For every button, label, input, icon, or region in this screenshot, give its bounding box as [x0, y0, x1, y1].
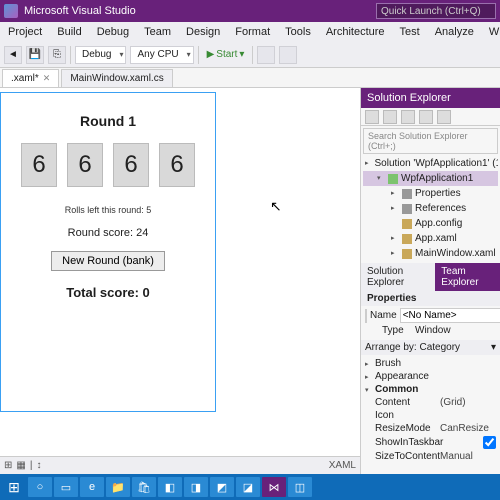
new-round-button[interactable]: New Round (bank): [51, 251, 165, 271]
tree-project[interactable]: ▾WpfApplication1: [363, 171, 498, 186]
cursor-icon: ↖: [270, 198, 282, 215]
menu-window[interactable]: Window: [483, 24, 500, 40]
design-grid[interactable]: ▦: [16, 460, 25, 471]
document-tabs: .xaml*✕ MainWindow.xaml.cs: [0, 68, 500, 88]
taskbar-store-icon[interactable]: 🛍: [132, 477, 156, 497]
rolls-left: Rolls left this round: 5: [65, 205, 152, 215]
properties-header: Properties: [361, 291, 500, 306]
prop-resizemode[interactable]: ResizeModeCanResize: [365, 422, 496, 435]
type-value: Window: [415, 325, 451, 336]
start-menu-icon[interactable]: ⊞: [2, 477, 26, 497]
menu-debug[interactable]: Debug: [91, 24, 135, 40]
element-icon: [365, 309, 367, 323]
xaml-designer[interactable]: Round 1 6 6 6 6 Rolls left this round: 5…: [0, 88, 360, 474]
platform-dropdown[interactable]: Any CPU: [130, 46, 193, 64]
type-label: Type: [382, 325, 412, 336]
menu-analyze[interactable]: Analyze: [429, 24, 480, 40]
taskbar-app5-icon[interactable]: ◫: [288, 477, 312, 497]
config-dropdown[interactable]: Debug: [75, 46, 126, 64]
taskbar-edge-icon[interactable]: e: [80, 477, 104, 497]
group-appearance[interactable]: ▸Appearance: [365, 370, 496, 383]
design-zoom[interactable]: ⊞: [4, 460, 12, 471]
menu-test[interactable]: Test: [394, 24, 426, 40]
arrange-by[interactable]: Arrange by: Category: [365, 342, 460, 353]
group-common[interactable]: ▾Common: [365, 383, 496, 396]
solution-explorer-header: Solution Explorer: [361, 88, 500, 108]
prop-showintaskbar[interactable]: ShowInTaskbar: [365, 435, 496, 450]
menu-bar: Project Build Debug Team Design Format T…: [0, 22, 500, 42]
tree-properties[interactable]: ▸Properties: [363, 186, 498, 201]
se-properties-icon[interactable]: [437, 110, 451, 124]
total-score: Total score: 0: [66, 285, 150, 300]
toolbar-extra-1[interactable]: [257, 46, 275, 64]
se-home-icon[interactable]: [365, 110, 379, 124]
solution-search-input[interactable]: Search Solution Explorer (Ctrl+;): [363, 128, 498, 154]
prop-sizetocontent[interactable]: SizeToContentManual: [365, 450, 496, 463]
taskbar-search-icon[interactable]: ○: [28, 477, 52, 497]
save-button[interactable]: 💾: [26, 46, 44, 64]
se-collapse-icon[interactable]: [401, 110, 415, 124]
die-1[interactable]: 6: [21, 143, 57, 187]
die-3[interactable]: 6: [113, 143, 149, 187]
prop-content[interactable]: Content(Grid): [365, 396, 496, 409]
tree-mainwindow[interactable]: ▸MainWindow.xaml: [363, 246, 498, 261]
tab-codebehind[interactable]: MainWindow.xaml.cs: [61, 69, 172, 87]
tree-appconfig[interactable]: App.config: [363, 216, 498, 231]
se-refresh-icon[interactable]: [383, 110, 397, 124]
tab-team-explorer[interactable]: Team Explorer: [435, 263, 500, 291]
start-button[interactable]: ▶ Start ▾: [203, 49, 249, 60]
window-title: Microsoft Visual Studio: [24, 5, 136, 17]
menu-format[interactable]: Format: [229, 24, 276, 40]
tab-solution-explorer[interactable]: Solution Explorer: [361, 263, 435, 291]
tree-appxaml[interactable]: ▸App.xaml: [363, 231, 498, 246]
solution-explorer-toolbar: [361, 108, 500, 126]
close-icon[interactable]: ✕: [43, 73, 51, 84]
taskbar-explorer-icon[interactable]: 📁: [106, 477, 130, 497]
save-all-button[interactable]: ⎘: [48, 46, 66, 64]
design-split[interactable]: ↕: [36, 460, 41, 471]
tab-xaml[interactable]: .xaml*✕: [2, 69, 59, 87]
tree-references[interactable]: ▸References: [363, 201, 498, 216]
taskbar-app4-icon[interactable]: ◪: [236, 477, 260, 497]
vs-logo-icon: [4, 4, 18, 18]
quick-launch-input[interactable]: Quick Launch (Ctrl+Q): [376, 3, 496, 19]
solution-tree[interactable]: ▸Solution 'WpfApplication1' (1 proj ▾Wpf…: [363, 156, 498, 261]
die-4[interactable]: 6: [159, 143, 195, 187]
taskbar-app1-icon[interactable]: ◧: [158, 477, 182, 497]
menu-build[interactable]: Build: [51, 24, 87, 40]
menu-team[interactable]: Team: [138, 24, 177, 40]
taskbar-taskview-icon[interactable]: ▭: [54, 477, 78, 497]
arrange-chevron-icon[interactable]: ▾: [491, 342, 496, 353]
round-label: Round 1: [80, 113, 136, 129]
designer-bottom-bar: ⊞ ▦ | ↕ XAML: [0, 456, 360, 474]
prop-icon[interactable]: Icon: [365, 409, 496, 422]
die-2[interactable]: 6: [67, 143, 103, 187]
menu-tools[interactable]: Tools: [279, 24, 317, 40]
xaml-tab[interactable]: XAML: [329, 460, 356, 471]
taskbar-vs-icon[interactable]: ⋈: [262, 477, 286, 497]
taskbar-app2-icon[interactable]: ◨: [184, 477, 208, 497]
name-label: Name: [370, 310, 397, 321]
menu-architecture[interactable]: Architecture: [320, 24, 391, 40]
taskbar-app3-icon[interactable]: ◩: [210, 477, 234, 497]
design-canvas[interactable]: Round 1 6 6 6 6 Rolls left this round: 5…: [0, 92, 216, 412]
main-toolbar: ◄ 💾 ⎘ Debug Any CPU ▶ Start ▾: [0, 42, 500, 68]
group-brush[interactable]: ▸Brush: [365, 357, 496, 370]
windows-taskbar[interactable]: ⊞ ○ ▭ e 📁 🛍 ◧ ◨ ◩ ◪ ⋈ ◫: [0, 474, 500, 500]
menu-design[interactable]: Design: [180, 24, 226, 40]
se-show-all-icon[interactable]: [419, 110, 433, 124]
name-input[interactable]: [400, 308, 500, 323]
nav-back-button[interactable]: ◄: [4, 46, 22, 64]
toolbar-extra-2[interactable]: [279, 46, 297, 64]
showintaskbar-checkbox[interactable]: [483, 436, 496, 449]
round-score: Round score: 24: [68, 227, 149, 239]
tree-solution[interactable]: ▸Solution 'WpfApplication1' (1 proj: [363, 156, 498, 171]
menu-project[interactable]: Project: [2, 24, 48, 40]
